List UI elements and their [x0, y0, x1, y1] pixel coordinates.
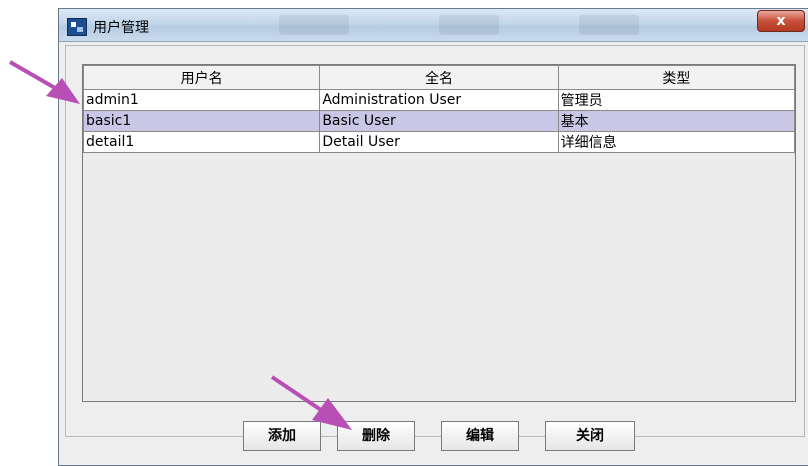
- edit-button[interactable]: 编辑: [441, 421, 519, 451]
- column-header-fullname[interactable]: 全名: [319, 65, 559, 90]
- table-row-selected[interactable]: basic1 Basic User 基本: [82, 110, 796, 132]
- cell-fullname: Detail User: [319, 131, 559, 153]
- titlebar-blur: [439, 15, 499, 35]
- cell-username: admin1: [82, 89, 321, 111]
- delete-button[interactable]: 删除: [337, 421, 415, 451]
- table-row[interactable]: admin1 Administration User 管理员: [82, 89, 796, 111]
- window-close-button[interactable]: x: [757, 10, 805, 32]
- cell-type: 基本: [557, 110, 796, 132]
- title-bar[interactable]: 用户管理 x: [59, 9, 808, 42]
- window-title: 用户管理: [93, 20, 149, 36]
- column-header-username[interactable]: 用户名: [82, 65, 321, 90]
- table-header-row: 用户名 全名 类型: [82, 65, 796, 90]
- close-icon: x: [776, 13, 786, 29]
- titlebar-blur: [579, 15, 639, 35]
- column-header-type[interactable]: 类型: [557, 65, 796, 90]
- add-button[interactable]: 添加: [243, 421, 321, 451]
- button-bar: 添加 删除 编辑 关闭: [59, 419, 808, 455]
- close-button[interactable]: 关闭: [545, 421, 635, 451]
- cell-username: basic1: [82, 110, 321, 132]
- users-table[interactable]: 用户名 全名 类型 admin1 Administration User 管理员…: [82, 64, 796, 402]
- app-icon: [67, 18, 87, 36]
- cell-username: detail1: [82, 131, 321, 153]
- table-row[interactable]: detail1 Detail User 详细信息: [82, 131, 796, 153]
- cell-fullname: Administration User: [319, 89, 559, 111]
- content-panel: 用户名 全名 类型 admin1 Administration User 管理员…: [65, 45, 805, 437]
- titlebar-blur: [279, 15, 349, 35]
- cell-fullname: Basic User: [319, 110, 559, 132]
- cell-type: 详细信息: [557, 131, 796, 153]
- user-management-window: 用户管理 x 用户名 全名 类型 admin1 Administration U…: [58, 8, 808, 466]
- cell-type: 管理员: [557, 89, 796, 111]
